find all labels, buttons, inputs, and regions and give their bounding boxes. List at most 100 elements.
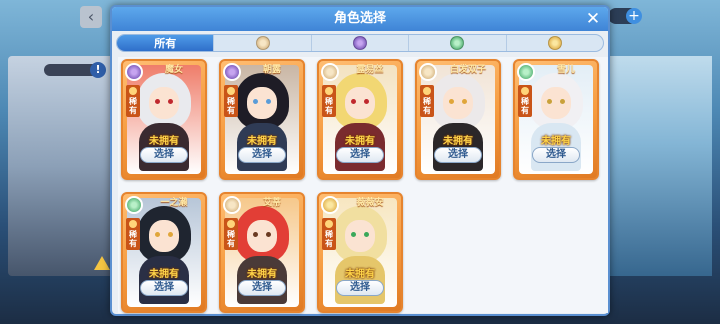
ownership-status: 未拥有 xyxy=(247,269,277,280)
character-name: 露易丝 xyxy=(356,65,384,75)
rarity-badge: 稀有 xyxy=(322,218,336,250)
light-element-icon xyxy=(419,63,437,81)
ownership-status: 未拥有 xyxy=(541,136,571,147)
light-element-icon xyxy=(321,63,339,81)
rarity-icon xyxy=(227,220,235,228)
select-button[interactable]: 选择 xyxy=(434,147,482,163)
character-name: 薇薇安 xyxy=(356,198,384,208)
character-eye xyxy=(364,232,369,237)
rarity-badge: 稀有 xyxy=(126,85,140,117)
gold-element-icon xyxy=(321,196,339,214)
filter-tab-light-faction[interactable] xyxy=(214,35,312,51)
light-element-icon xyxy=(223,196,241,214)
select-button[interactable]: 选择 xyxy=(532,147,580,163)
select-button[interactable]: 选择 xyxy=(238,280,286,296)
back-button[interactable]: ‹ xyxy=(80,6,102,28)
gold-faction-icon xyxy=(547,36,562,50)
select-button[interactable]: 选择 xyxy=(140,280,188,296)
ownership-status: 未拥有 xyxy=(149,269,179,280)
wind-faction-icon xyxy=(450,36,465,50)
light-faction-icon xyxy=(255,36,270,50)
filter-tab-wind-faction[interactable] xyxy=(409,35,507,51)
close-button[interactable]: ✕ xyxy=(584,10,602,28)
background-left-panel xyxy=(8,56,120,276)
rarity-icon xyxy=(521,87,529,95)
select-button[interactable]: 选择 xyxy=(140,147,188,163)
character-face xyxy=(541,87,571,119)
rarity-icon xyxy=(129,87,137,95)
rarity-badge: 稀有 xyxy=(322,85,336,117)
rarity-label: 稀有 xyxy=(227,97,235,115)
rarity-icon xyxy=(325,87,333,95)
warning-icon xyxy=(94,256,110,270)
character-card[interactable]: 稀有 雪儿 未拥有 选择 xyxy=(513,59,599,180)
character-eye xyxy=(155,99,160,104)
character-grid: 稀有 魔女 未拥有 选择 稀有 朝露 未拥有 选择 稀有 露易丝 未拥有 选择 … xyxy=(118,57,608,313)
character-face xyxy=(345,87,375,119)
character-card[interactable]: 稀有 艾蒂 未拥有 选择 xyxy=(219,192,305,313)
character-name: 魔女 xyxy=(164,65,183,75)
character-eye xyxy=(462,99,467,104)
rarity-badge: 稀有 xyxy=(420,85,434,117)
character-eye xyxy=(155,232,160,237)
dark-element-icon xyxy=(125,63,143,81)
character-eye xyxy=(253,99,258,104)
faction-filter-bar: 所有 xyxy=(116,34,604,52)
filter-tab-dark-faction[interactable] xyxy=(312,35,410,51)
character-card[interactable]: 稀有 朝露 未拥有 选择 xyxy=(219,59,305,180)
character-face xyxy=(247,87,277,119)
rarity-label: 稀有 xyxy=(325,97,333,115)
character-eye xyxy=(364,99,369,104)
rarity-icon xyxy=(423,87,431,95)
rarity-badge: 稀有 xyxy=(126,218,140,250)
character-eye xyxy=(560,99,565,104)
character-face xyxy=(149,220,179,252)
filter-tab-all[interactable]: 所有 xyxy=(117,35,215,51)
ownership-status: 未拥有 xyxy=(247,136,277,147)
select-button[interactable]: 选择 xyxy=(336,147,384,163)
wind-element-icon xyxy=(517,63,535,81)
filter-tab-gold-faction[interactable] xyxy=(507,35,603,51)
rarity-icon xyxy=(129,220,137,228)
rarity-icon xyxy=(227,87,235,95)
character-name: 白发双子 xyxy=(449,65,486,75)
add-currency-button[interactable]: + xyxy=(626,8,642,24)
character-eye xyxy=(253,232,258,237)
dark-faction-icon xyxy=(353,36,368,50)
rarity-badge: 稀有 xyxy=(224,85,238,117)
character-eye xyxy=(266,232,271,237)
character-eye xyxy=(168,99,173,104)
character-eye xyxy=(168,232,173,237)
character-card[interactable]: 稀有 魔女 未拥有 选择 xyxy=(121,59,207,180)
background-right-panel xyxy=(602,56,712,276)
character-name: 朝露 xyxy=(262,65,281,75)
ownership-status: 未拥有 xyxy=(345,136,375,147)
rarity-badge: 稀有 xyxy=(224,218,238,250)
select-button[interactable]: 选择 xyxy=(336,280,384,296)
select-button[interactable]: 选择 xyxy=(238,147,286,163)
rarity-label: 稀有 xyxy=(325,230,333,248)
character-card[interactable]: 稀有 白发双子 未拥有 选择 xyxy=(415,59,501,180)
character-select-dialog: 角色选择 ✕ 所有 稀有 魔女 未拥有 选择 稀有 朝露 未拥有 选择 稀有 露… xyxy=(110,5,610,316)
character-face xyxy=(345,220,375,252)
character-face xyxy=(443,87,473,119)
character-name: 艾蒂 xyxy=(262,198,281,208)
character-name: 一之濑 xyxy=(160,198,188,208)
rarity-icon xyxy=(325,220,333,228)
character-card[interactable]: 稀有 一之濑 未拥有 选择 xyxy=(121,192,207,313)
character-name: 雪儿 xyxy=(556,65,575,75)
wind-element-icon xyxy=(125,196,143,214)
character-face xyxy=(247,220,277,252)
character-card[interactable]: 稀有 薇薇安 未拥有 选择 xyxy=(317,192,403,313)
rarity-badge: 稀有 xyxy=(518,85,532,117)
character-eye xyxy=(547,99,552,104)
info-icon: ! xyxy=(90,62,106,78)
rarity-label: 稀有 xyxy=(423,97,431,115)
rarity-label: 稀有 xyxy=(227,230,235,248)
character-eye xyxy=(351,232,356,237)
character-face xyxy=(149,87,179,119)
character-card[interactable]: 稀有 露易丝 未拥有 选择 xyxy=(317,59,403,180)
dialog-title: 角色选择 xyxy=(112,7,608,31)
ownership-status: 未拥有 xyxy=(443,136,473,147)
ownership-status: 未拥有 xyxy=(149,136,179,147)
